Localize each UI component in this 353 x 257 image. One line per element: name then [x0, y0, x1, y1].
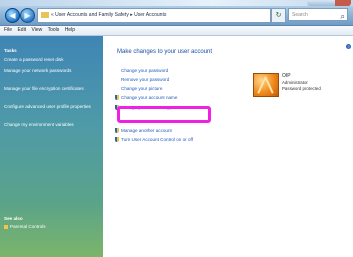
manage-another-account-link[interactable]: Manage another account	[115, 128, 172, 134]
user-password-status: Password protected	[282, 86, 321, 91]
parental-controls-label: Parental Controls	[10, 224, 46, 229]
shield-icon	[115, 137, 119, 143]
task-manage-network-passwords[interactable]: Manage your network passwords	[4, 68, 96, 74]
menu-help[interactable]: Help	[65, 26, 75, 35]
task-environment-variables[interactable]: Change my environment variables	[4, 122, 96, 128]
manage-another-account-label: Manage another account	[121, 128, 172, 133]
search-icon[interactable]: ⌕	[341, 10, 345, 23]
parental-controls-icon	[4, 224, 8, 229]
task-create-reset-disk[interactable]: Create a password reset disk	[4, 57, 96, 63]
back-button[interactable]: ◀	[5, 8, 20, 23]
main-content: Make changes to your user account Change…	[103, 36, 353, 257]
user-avatar	[253, 73, 279, 97]
shield-icon	[115, 95, 119, 101]
window-controls[interactable]	[307, 0, 351, 6]
address-bar: ◀ ▶ « User Accounts and Family Safety ▸ …	[0, 0, 353, 26]
see-also-heading: See also	[4, 216, 23, 221]
search-placeholder: Search	[292, 12, 308, 18]
change-account-name-link[interactable]: Change your account name	[115, 95, 178, 101]
help-icon[interactable]: ?	[346, 44, 351, 49]
tasks-heading: Tasks	[4, 48, 17, 53]
user-account-control-label: Turn User Account Control on or off	[121, 137, 194, 142]
highlight-annotation	[117, 106, 211, 123]
user-name: OIP	[282, 73, 291, 79]
forward-button[interactable]: ▶	[20, 8, 35, 23]
menu-tools[interactable]: Tools	[48, 26, 60, 35]
task-pane: Tasks Create a password reset disk Manag…	[0, 36, 103, 257]
change-password-link[interactable]: Change your password	[121, 68, 168, 73]
search-input[interactable]: Search ⌕	[288, 8, 348, 21]
breadcrumb[interactable]: « User Accounts and Family Safety ▸ User…	[37, 8, 271, 23]
menu-edit[interactable]: Edit	[17, 26, 26, 35]
shield-icon	[115, 128, 119, 134]
title-strip	[0, 0, 353, 6]
menu-view[interactable]: View	[31, 26, 42, 35]
parental-controls-link[interactable]: Parental Controls	[4, 224, 46, 229]
task-configure-profile[interactable]: Configure advanced user profile properti…	[4, 104, 96, 110]
task-manage-file-encryption[interactable]: Manage your file encryption certificates	[4, 86, 96, 92]
refresh-button[interactable]: ↻	[271, 8, 286, 23]
menu-bar: File Edit View Tools Help	[0, 26, 353, 36]
user-account-control-link[interactable]: Turn User Account Control on or off	[115, 137, 194, 143]
menu-file[interactable]: File	[4, 26, 12, 35]
close-button[interactable]	[335, 0, 351, 6]
user-role: Administrator	[282, 80, 308, 85]
page-title: Make changes to your user account	[117, 49, 213, 55]
change-account-name-label: Change your account name	[121, 95, 178, 100]
change-picture-link[interactable]: Change your picture	[121, 86, 162, 91]
breadcrumb-text: « User Accounts and Family Safety ▸ User…	[51, 12, 167, 18]
control-panel-window: ◀ ▶ « User Accounts and Family Safety ▸ …	[0, 0, 353, 257]
remove-password-link[interactable]: Remove your password	[121, 77, 169, 82]
folder-icon	[41, 11, 49, 18]
